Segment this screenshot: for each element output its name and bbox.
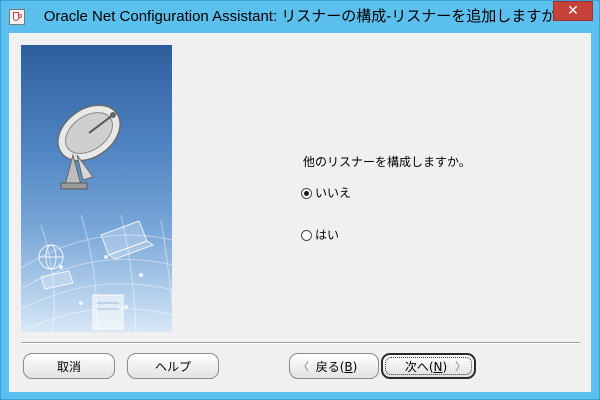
illustration-graphic <box>21 104 172 332</box>
close-button[interactable]: ✕ <box>553 1 593 21</box>
back-mnemonic: B <box>344 359 353 374</box>
option-yes-label[interactable]: はい <box>315 227 339 243</box>
title-bar[interactable]: Oracle Net Configuration Assistant: リスナー… <box>1 1 599 33</box>
back-button[interactable]: 〈 戻る(B) <box>289 353 379 379</box>
satellite-dish-network-illustration <box>21 45 172 332</box>
chevron-left-icon: 〈 <box>298 360 309 373</box>
radio-no[interactable] <box>301 187 312 199</box>
dialog-window: Oracle Net Configuration Assistant: リスナー… <box>0 0 600 400</box>
cancel-button[interactable]: 取消 <box>23 353 115 379</box>
window-title: Oracle Net Configuration Assistant: リスナー… <box>43 8 557 25</box>
help-label: ヘルプ <box>154 359 191 374</box>
separator <box>21 342 580 344</box>
dialog-content: 他のリスナーを構成しますか。 いいえ はい 取消 ヘルプ 〈 戻る(B) 次へ(… <box>9 33 591 392</box>
question-label: 他のリスナーを構成しますか。 <box>303 155 471 169</box>
back-text: 戻る( <box>315 359 345 374</box>
option-no-label[interactable]: いいえ <box>315 185 351 201</box>
back-suffix: ) <box>352 359 358 374</box>
cancel-label: 取消 <box>56 359 81 374</box>
help-button[interactable]: ヘルプ <box>127 353 219 379</box>
next-button[interactable]: 次へ(N) 〉 <box>381 353 476 379</box>
radio-yes[interactable] <box>301 229 312 241</box>
option-no[interactable]: いいえ <box>301 185 351 201</box>
focus-ring <box>385 357 472 375</box>
back-label: 戻る(B) <box>316 358 358 375</box>
option-yes[interactable]: はい <box>301 227 339 243</box>
